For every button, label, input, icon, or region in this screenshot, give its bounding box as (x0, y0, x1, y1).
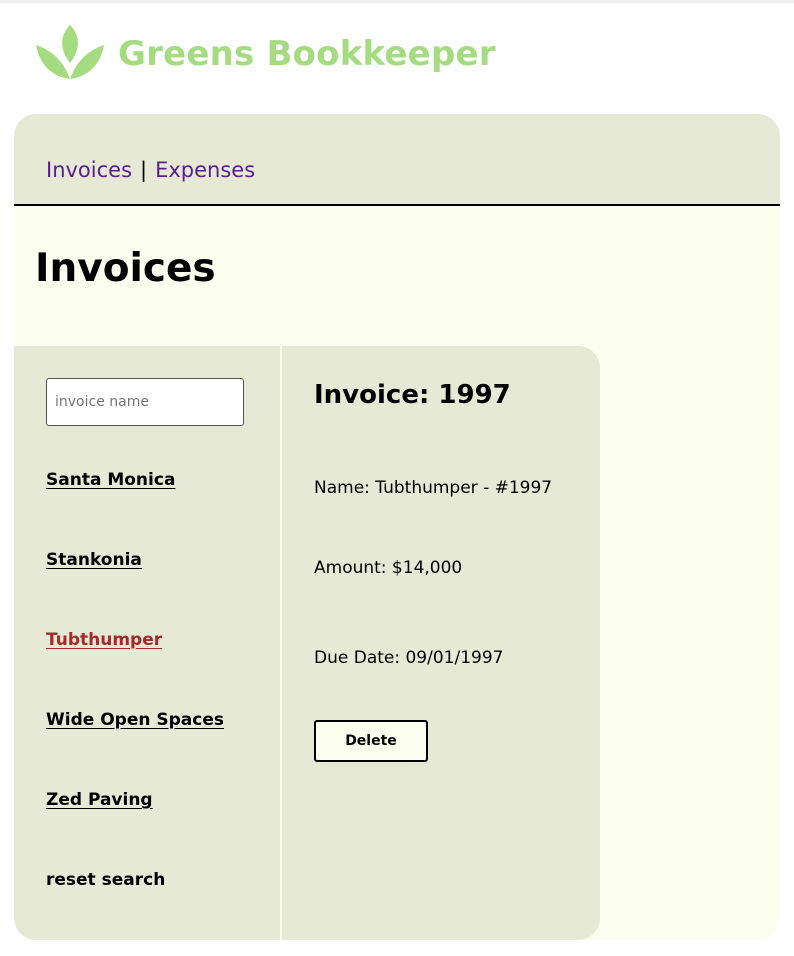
nav-links: Invoices | Expenses (46, 158, 255, 182)
reset-search-link[interactable]: reset search (46, 868, 165, 892)
invoice-link-stankonia[interactable]: Stankonia (46, 548, 142, 572)
panel-divider (280, 346, 282, 940)
nav-separator: | (140, 158, 148, 182)
app-title: Greens Bookkeeper (118, 34, 496, 74)
nav-expenses-link[interactable]: Expenses (155, 158, 255, 182)
invoice-link-tubthumper[interactable]: Tubthumper (46, 628, 162, 652)
leaf-logo-icon (36, 25, 104, 79)
invoice-link-santa-monica[interactable]: Santa Monica (46, 468, 175, 492)
top-nav: Invoices | Expenses (14, 114, 780, 206)
app-header: Greens Bookkeeper (34, 22, 496, 84)
invoice-link-wide-open-spaces[interactable]: Wide Open Spaces (46, 708, 224, 732)
list-item: Wide Open Spaces (46, 708, 224, 788)
invoices-panel: Santa Monica Stankonia Tubthumper Wide O… (14, 346, 600, 940)
list-item: Zed Paving (46, 788, 224, 868)
page-title: Invoices (35, 246, 216, 291)
invoice-list: Santa Monica Stankonia Tubthumper Wide O… (46, 468, 224, 868)
invoice-amount-field: Amount: $14,000 (314, 558, 463, 578)
nav-invoices-link[interactable]: Invoices (46, 158, 132, 182)
list-item: Santa Monica (46, 468, 224, 548)
list-item: Stankonia (46, 548, 224, 628)
delete-button[interactable]: Delete (314, 720, 428, 762)
top-border (0, 0, 794, 3)
invoice-detail-title: Invoice: 1997 (314, 380, 511, 410)
list-item: Tubthumper (46, 628, 224, 708)
invoice-name-field: Name: Tubthumper - #1997 (314, 478, 553, 498)
main-card: Invoices | Expenses Invoices Santa Monic… (14, 114, 780, 940)
invoice-link-zed-paving[interactable]: Zed Paving (46, 788, 153, 812)
invoice-due-date-field: Due Date: 09/01/1997 (314, 648, 504, 668)
invoice-search-input[interactable] (46, 378, 244, 426)
